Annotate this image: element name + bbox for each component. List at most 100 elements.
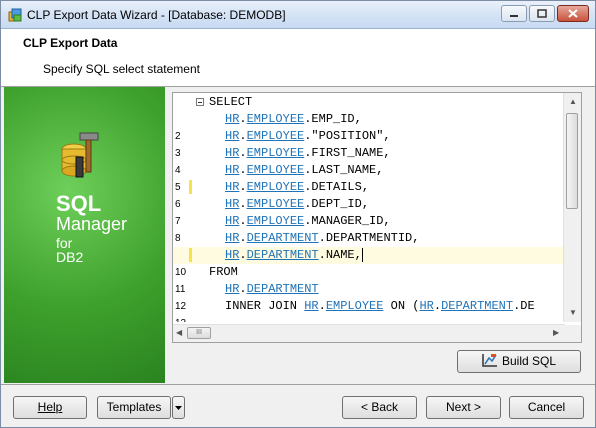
modified-line-marker (189, 180, 192, 194)
scroll-down-arrow-icon[interactable]: ▼ (569, 309, 577, 317)
code-line: 8 HR.EMPLOYEE.MANAGER_ID, (173, 213, 565, 244)
sql-code[interactable]: SELECT 2 HR.EMPLOYEE.EMP_ID, 3 HR.EMPLOY… (173, 93, 565, 322)
minimize-icon (510, 15, 518, 17)
schema-link[interactable]: HR (225, 214, 239, 228)
column-name: "POSITION", (311, 129, 391, 143)
horizontal-scrollbar[interactable]: ◀ III ▶ (173, 324, 565, 342)
schema-link[interactable]: HR (225, 112, 239, 126)
scroll-corner (564, 325, 581, 342)
sql-editor[interactable]: SELECT 2 HR.EMPLOYEE.EMP_ID, 3 HR.EMPLOY… (172, 92, 582, 343)
schema-link[interactable]: HR (225, 163, 239, 177)
code-line: 13 INNER JOIN HR.EMPLOYEE ON (HR.DEPARTM… (173, 298, 565, 322)
schema-link[interactable]: HR (225, 282, 239, 296)
close-icon (568, 9, 578, 18)
brand-panel: SQL Manager for DB2 (4, 87, 165, 383)
scroll-right-arrow-icon[interactable]: ▶ (553, 329, 559, 337)
build-sql-button[interactable]: Build SQL (457, 350, 581, 373)
minimize-button[interactable] (501, 5, 527, 22)
app-icon (8, 8, 22, 22)
table-link[interactable]: EMPLOYEE (247, 112, 305, 126)
code-line: 11 FROM (173, 264, 565, 295)
schema-link[interactable]: HR (225, 129, 239, 143)
code-line: SELECT (173, 94, 565, 111)
column-name: DEPARTMENTID, (325, 231, 420, 245)
code-line: 4 HR.EMPLOYEE.FIRST_NAME, (173, 145, 565, 176)
scroll-left-arrow-icon[interactable]: ◀ (176, 329, 182, 337)
code-line: 9 HR.DEPARTMENT.DEPARTMENTID, (173, 230, 565, 261)
table-link[interactable]: EMPLOYEE (247, 197, 305, 211)
keyword: INNER JOIN (225, 299, 305, 313)
schema-link[interactable]: HR (225, 180, 239, 194)
wizard-header: CLP Export Data Specify SQL select state… (1, 29, 595, 87)
scroll-up-arrow-icon[interactable]: ▲ (569, 98, 577, 106)
schema-link[interactable]: HR (419, 299, 433, 313)
code-text: HR.EMPLOYEE.DEPT_ID, (225, 197, 370, 211)
column-name: MANAGER_ID, (311, 214, 391, 228)
table-link[interactable]: EMPLOYEE (247, 146, 305, 160)
code-text: HR.EMPLOYEE.DETAILS, (225, 180, 370, 194)
wizard-window: CLP Export Data Wizard - [Database: DEMO… (0, 0, 596, 428)
footer-divider (1, 384, 595, 385)
help-button[interactable]: Help (13, 396, 87, 419)
dropdown-arrow-icon (175, 406, 182, 410)
schema-link[interactable]: HR (225, 146, 239, 160)
text-cursor (361, 247, 363, 262)
code-text: HR.EMPLOYEE.FIRST_NAME, (225, 146, 391, 160)
code-line-current: 10 HR.DEPARTMENT.NAME, (173, 247, 565, 278)
line-number: 13 (175, 315, 186, 322)
table-link[interactable]: DEPARTMENT (247, 231, 319, 245)
templates-dropdown-button[interactable] (172, 396, 185, 419)
table-link[interactable]: DEPARTMENT (247, 248, 319, 262)
fold-toggle-icon[interactable] (196, 98, 204, 106)
code-text: SELECT (209, 95, 253, 109)
schema-link[interactable]: HR (225, 197, 239, 211)
next-button[interactable]: Next > (426, 396, 501, 419)
window-title: CLP Export Data Wizard - [Database: DEMO… (27, 8, 286, 22)
vertical-scroll-thumb[interactable] (566, 113, 578, 209)
table-link[interactable]: EMPLOYEE (326, 299, 384, 313)
templates-label: Templates (106, 400, 162, 414)
column-name: FIRST_NAME, (311, 146, 391, 160)
keyword: ON ( (383, 299, 420, 313)
table-link[interactable]: DEPARTMENT (247, 282, 319, 296)
brand-line-sql: SQL (56, 191, 102, 216)
cancel-button[interactable]: Cancel (509, 396, 584, 419)
title-bar[interactable]: CLP Export Data Wizard - [Database: DEMO… (1, 1, 595, 29)
brand-line-manager: Manager (56, 214, 128, 234)
close-button[interactable] (557, 5, 589, 22)
column-name: NAME, (325, 248, 362, 262)
table-link[interactable]: EMPLOYEE (247, 214, 305, 228)
column-name: LAST_NAME, (311, 163, 384, 177)
brand-line-db2: DB2 (56, 249, 84, 265)
horizontal-scroll-thumb[interactable]: III (187, 327, 211, 339)
page-subtitle: Specify SQL select statement (43, 62, 200, 76)
code-line: 2 HR.EMPLOYEE.EMP_ID, (173, 111, 565, 142)
code-text: HR.EMPLOYEE.MANAGER_ID, (225, 214, 391, 228)
schema-link[interactable]: HR (304, 299, 318, 313)
build-sql-icon (482, 354, 497, 367)
code-text: FROM (209, 265, 238, 279)
vertical-scrollbar[interactable]: ▲ ▼ (563, 93, 581, 322)
code-text: HR.EMPLOYEE."POSITION", (225, 129, 391, 143)
code-line: 12 HR.DEPARTMENT (173, 281, 565, 312)
help-label: Help (37, 400, 63, 414)
table-link[interactable]: EMPLOYEE (247, 163, 305, 177)
code-text: HR.DEPARTMENT.NAME, (225, 247, 363, 262)
code-line: 7 HR.EMPLOYEE.DEPT_ID, (173, 196, 565, 227)
table-link[interactable]: DEPARTMENT (441, 299, 513, 313)
column-name: EMP_ID, (311, 112, 362, 126)
maximize-icon (537, 9, 547, 18)
back-label: < Back (360, 400, 399, 414)
templates-button[interactable]: Templates (97, 396, 171, 419)
table-link[interactable]: EMPLOYEE (247, 180, 305, 194)
code-text: HR.DEPARTMENT.DEPARTMENTID, (225, 231, 420, 245)
back-button[interactable]: < Back (342, 396, 417, 419)
maximize-button[interactable] (529, 5, 555, 22)
database-hammer-icon (61, 132, 99, 178)
code-line: 3 HR.EMPLOYEE."POSITION", (173, 128, 565, 159)
schema-link[interactable]: HR (225, 231, 239, 245)
build-sql-label: Build SQL (501, 354, 557, 368)
table-link[interactable]: EMPLOYEE (247, 129, 305, 143)
schema-link[interactable]: HR (225, 248, 239, 262)
brand-line-for: for (56, 235, 73, 251)
